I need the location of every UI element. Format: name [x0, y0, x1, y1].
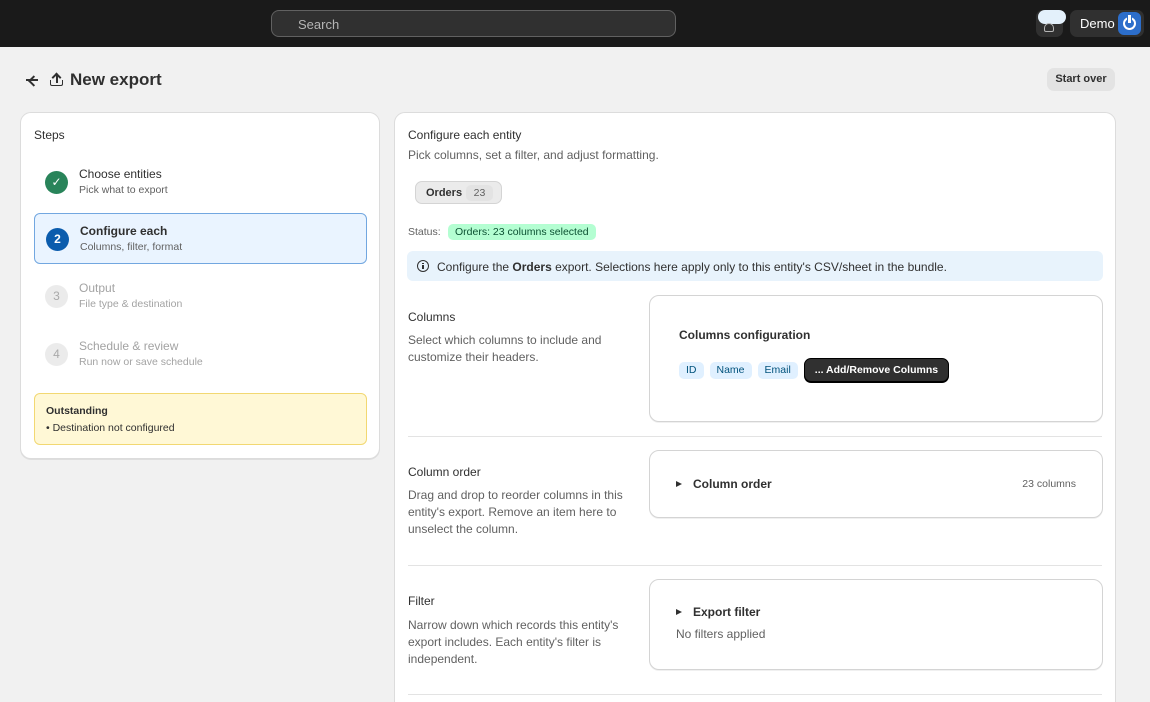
check-icon: ✓ — [45, 171, 68, 194]
step-output[interactable]: 3 Output File type & destination — [34, 271, 367, 322]
column-order-panel[interactable]: Column order 23 columns — [649, 450, 1103, 518]
step-number: 4 — [45, 343, 68, 366]
outstanding-item: • Destination not configured — [46, 422, 175, 434]
bell-icon — [1044, 23, 1054, 32]
status-label: Status: — [408, 226, 441, 238]
info-text: Configure the Orders export. Selections … — [437, 260, 947, 274]
avatar — [1118, 12, 1141, 35]
disclosure-triangle-icon — [676, 609, 682, 615]
step-configure-each[interactable]: 2 Configure each Columns, filter, format — [34, 213, 367, 264]
page-title: New export — [70, 70, 162, 89]
add-remove-columns-button[interactable]: ... Add/Remove Columns — [803, 358, 950, 382]
step-subtitle: Columns, filter, format — [80, 241, 183, 253]
search-input[interactable]: Search — [271, 10, 676, 37]
user-name: Demo — [1080, 16, 1115, 31]
notification-pill — [1038, 10, 1066, 24]
step-subtitle: Run now or save schedule — [79, 356, 203, 368]
step-subtitle: File type & destination — [79, 298, 183, 310]
columns-description: Select which columns to include and cust… — [408, 333, 602, 364]
steps-title: Steps — [34, 128, 65, 142]
divider — [408, 436, 1102, 437]
outstanding-title: Outstanding — [46, 405, 108, 417]
selected-columns: ID Name Email ... Add/Remove Columns — [679, 358, 950, 382]
page-header: New export — [24, 68, 162, 92]
column-chip[interactable]: ID — [679, 361, 704, 379]
divider — [408, 694, 1102, 695]
step-choose-entities[interactable]: ✓ Choose entities Pick what to export — [34, 157, 367, 208]
panel-title: Columns configuration — [679, 328, 811, 342]
column-chip[interactable]: Name — [709, 361, 752, 379]
tab-count: 23 — [466, 185, 493, 201]
step-title: Schedule & review — [79, 339, 179, 353]
export-filter-panel[interactable]: Export filter No filters applied — [649, 579, 1103, 670]
divider — [408, 565, 1102, 566]
column-chip[interactable]: Email — [757, 361, 798, 379]
filter-description: Narrow down which records this entity's … — [408, 618, 619, 666]
export-icon — [50, 72, 64, 87]
configure-card: Configure each entity Pick columns, set … — [394, 112, 1116, 702]
tab-label: Orders — [426, 187, 463, 199]
step-number: 3 — [45, 285, 68, 308]
column-order-label: Column order — [408, 465, 481, 479]
top-bar: Search Demo — [0, 0, 1150, 47]
tab-orders[interactable]: Orders 23 — [415, 181, 502, 204]
step-schedule-review[interactable]: 4 Schedule & review Run now or save sche… — [34, 329, 367, 380]
panel-title: Column order — [693, 477, 772, 491]
notifications-button[interactable] — [1036, 10, 1066, 37]
filter-status: No filters applied — [676, 627, 766, 641]
user-menu-button[interactable]: Demo — [1070, 10, 1144, 37]
column-count: 23 columns — [1022, 478, 1076, 490]
step-subtitle: Pick what to export — [79, 184, 168, 196]
status-badge: Orders: 23 columns selected — [448, 224, 596, 240]
panel-title: Export filter — [693, 605, 761, 619]
back-arrow-icon[interactable] — [24, 72, 40, 88]
info-banner: Configure the Orders export. Selections … — [407, 251, 1103, 281]
filter-label: Filter — [408, 594, 435, 608]
columns-configuration-panel: Columns configuration ID Name Email ... … — [649, 295, 1103, 422]
section-subtitle: Pick columns, set a filter, and adjust f… — [408, 148, 659, 162]
column-order-description: Drag and drop to reorder columns in this… — [408, 488, 623, 536]
step-title: Output — [79, 281, 116, 295]
outstanding-notice: Outstanding • Destination not configured — [34, 393, 367, 445]
step-title: Choose entities — [79, 167, 162, 181]
info-icon — [417, 260, 429, 272]
columns-label: Columns — [408, 310, 456, 324]
step-number: 2 — [46, 228, 69, 251]
section-title: Configure each entity — [408, 128, 522, 142]
steps-card: Steps ✓ Choose entities Pick what to exp… — [20, 112, 380, 459]
start-over-button[interactable]: Start over — [1047, 68, 1115, 91]
disclosure-triangle-icon — [676, 481, 682, 487]
step-title: Configure each — [80, 224, 168, 238]
